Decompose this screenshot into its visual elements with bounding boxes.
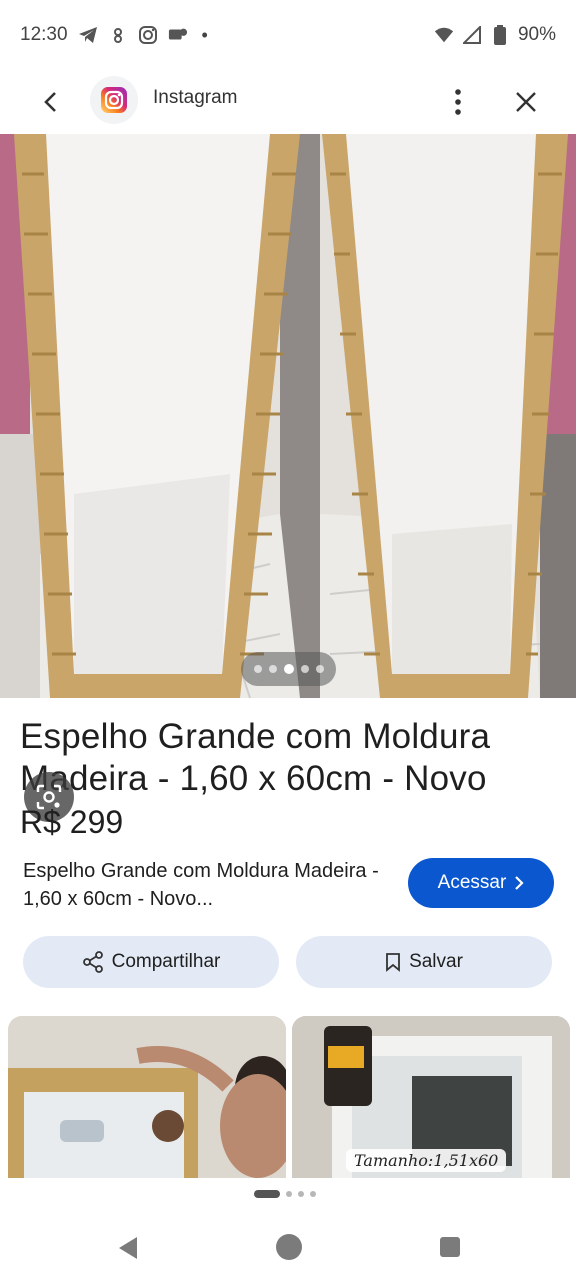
nav-back-icon	[119, 1237, 137, 1259]
related-image-2[interactable]: Tamanho:1,51x60	[292, 1016, 570, 1178]
mirror-photo	[0, 134, 576, 698]
status-bar: 12:30 • 90%	[0, 0, 576, 70]
share-label: Compartilhar	[111, 951, 221, 972]
carousel-dot-active	[283, 664, 294, 674]
carousel-dot	[268, 665, 277, 673]
nav-recents-button[interactable]	[440, 1237, 460, 1257]
page-dot	[298, 1191, 304, 1197]
nav-back-button[interactable]	[114, 1234, 142, 1262]
signal-icon	[462, 25, 482, 45]
close-icon	[516, 92, 536, 112]
product-image[interactable]	[0, 134, 576, 698]
status-left: 12:30 •	[20, 24, 208, 46]
notification-icon	[108, 25, 128, 45]
instagram-logo	[90, 76, 138, 124]
visit-button[interactable]: Acessar	[408, 858, 554, 908]
telegram-icon	[78, 25, 98, 45]
page-dot	[286, 1191, 292, 1197]
save-button[interactable]: Salvar	[296, 936, 552, 988]
carousel-dot	[315, 665, 324, 673]
save-label: Salvar	[409, 951, 463, 972]
back-button[interactable]	[32, 84, 68, 120]
battery-percent: 90%	[517, 24, 556, 45]
chat-icon	[168, 25, 188, 45]
source-description[interactable]: Espelho Grande com Moldura Madeira - 1,6…	[23, 857, 383, 913]
instagram-icon	[101, 87, 127, 113]
more-vert-icon	[455, 89, 461, 115]
battery-icon	[490, 25, 510, 45]
bookmark-icon	[386, 953, 400, 972]
page-indicator	[254, 1190, 316, 1198]
chevron-right-icon	[515, 876, 524, 890]
page-dot	[310, 1191, 316, 1197]
system-nav-bar	[0, 1210, 576, 1280]
carousel-indicator[interactable]	[241, 652, 336, 686]
app-bar: Instagram	[0, 70, 576, 134]
visit-label: Acessar	[437, 872, 507, 893]
size-label: Tamanho:1,51x60	[346, 1149, 507, 1172]
app-title: Instagram	[153, 87, 238, 108]
wifi-icon	[434, 25, 454, 45]
back-icon	[44, 92, 56, 112]
share-icon	[82, 951, 103, 973]
carousel-dot	[300, 665, 309, 673]
status-time: 12:30	[20, 24, 68, 45]
page-dot-active	[254, 1190, 280, 1198]
status-right: 90%	[434, 24, 556, 46]
related-image-1[interactable]	[8, 1016, 286, 1178]
related-photo-1	[8, 1016, 286, 1178]
carousel-dot	[253, 665, 262, 673]
more-notifications-dot: •	[201, 24, 208, 45]
product-title: Espelho Grande com Moldura Madeira - 1,6…	[20, 717, 491, 798]
nav-home-button[interactable]	[276, 1234, 302, 1260]
share-button[interactable]: Compartilhar	[23, 936, 279, 988]
instagram-status-icon	[138, 25, 158, 45]
more-options-button[interactable]	[440, 82, 476, 122]
close-button[interactable]	[508, 82, 544, 122]
product-price: R$ 299	[20, 804, 124, 840]
